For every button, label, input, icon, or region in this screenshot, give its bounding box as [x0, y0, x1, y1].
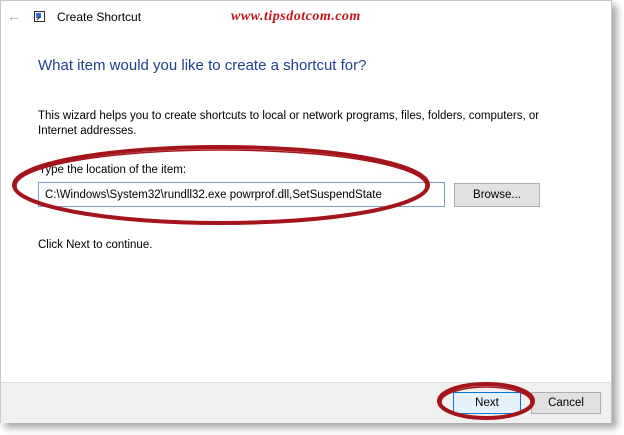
cancel-button[interactable]: Cancel	[531, 392, 601, 414]
shortcut-app-icon	[34, 11, 45, 22]
window-title: Create Shortcut	[57, 10, 142, 24]
location-field-label: Type the location of the item:	[39, 164, 187, 176]
continue-hint: Click Next to continue.	[38, 239, 153, 251]
watermark-text: www.tipsdotcom.com	[231, 9, 361, 24]
title-bar: ← Create Shortcut www.tipsdotcom.com	[1, 1, 611, 34]
create-shortcut-window: ← Create Shortcut www.tipsdotcom.com Wha…	[0, 0, 612, 423]
next-button[interactable]: Next	[453, 392, 521, 414]
wizard-description: This wizard helps you to create shortcut…	[38, 110, 540, 137]
back-arrow-icon[interactable]: ←	[7, 9, 21, 23]
location-input[interactable]	[38, 182, 445, 207]
wizard-heading: What item would you like to create a sho…	[38, 57, 367, 74]
browse-button[interactable]: Browse...	[454, 183, 540, 207]
